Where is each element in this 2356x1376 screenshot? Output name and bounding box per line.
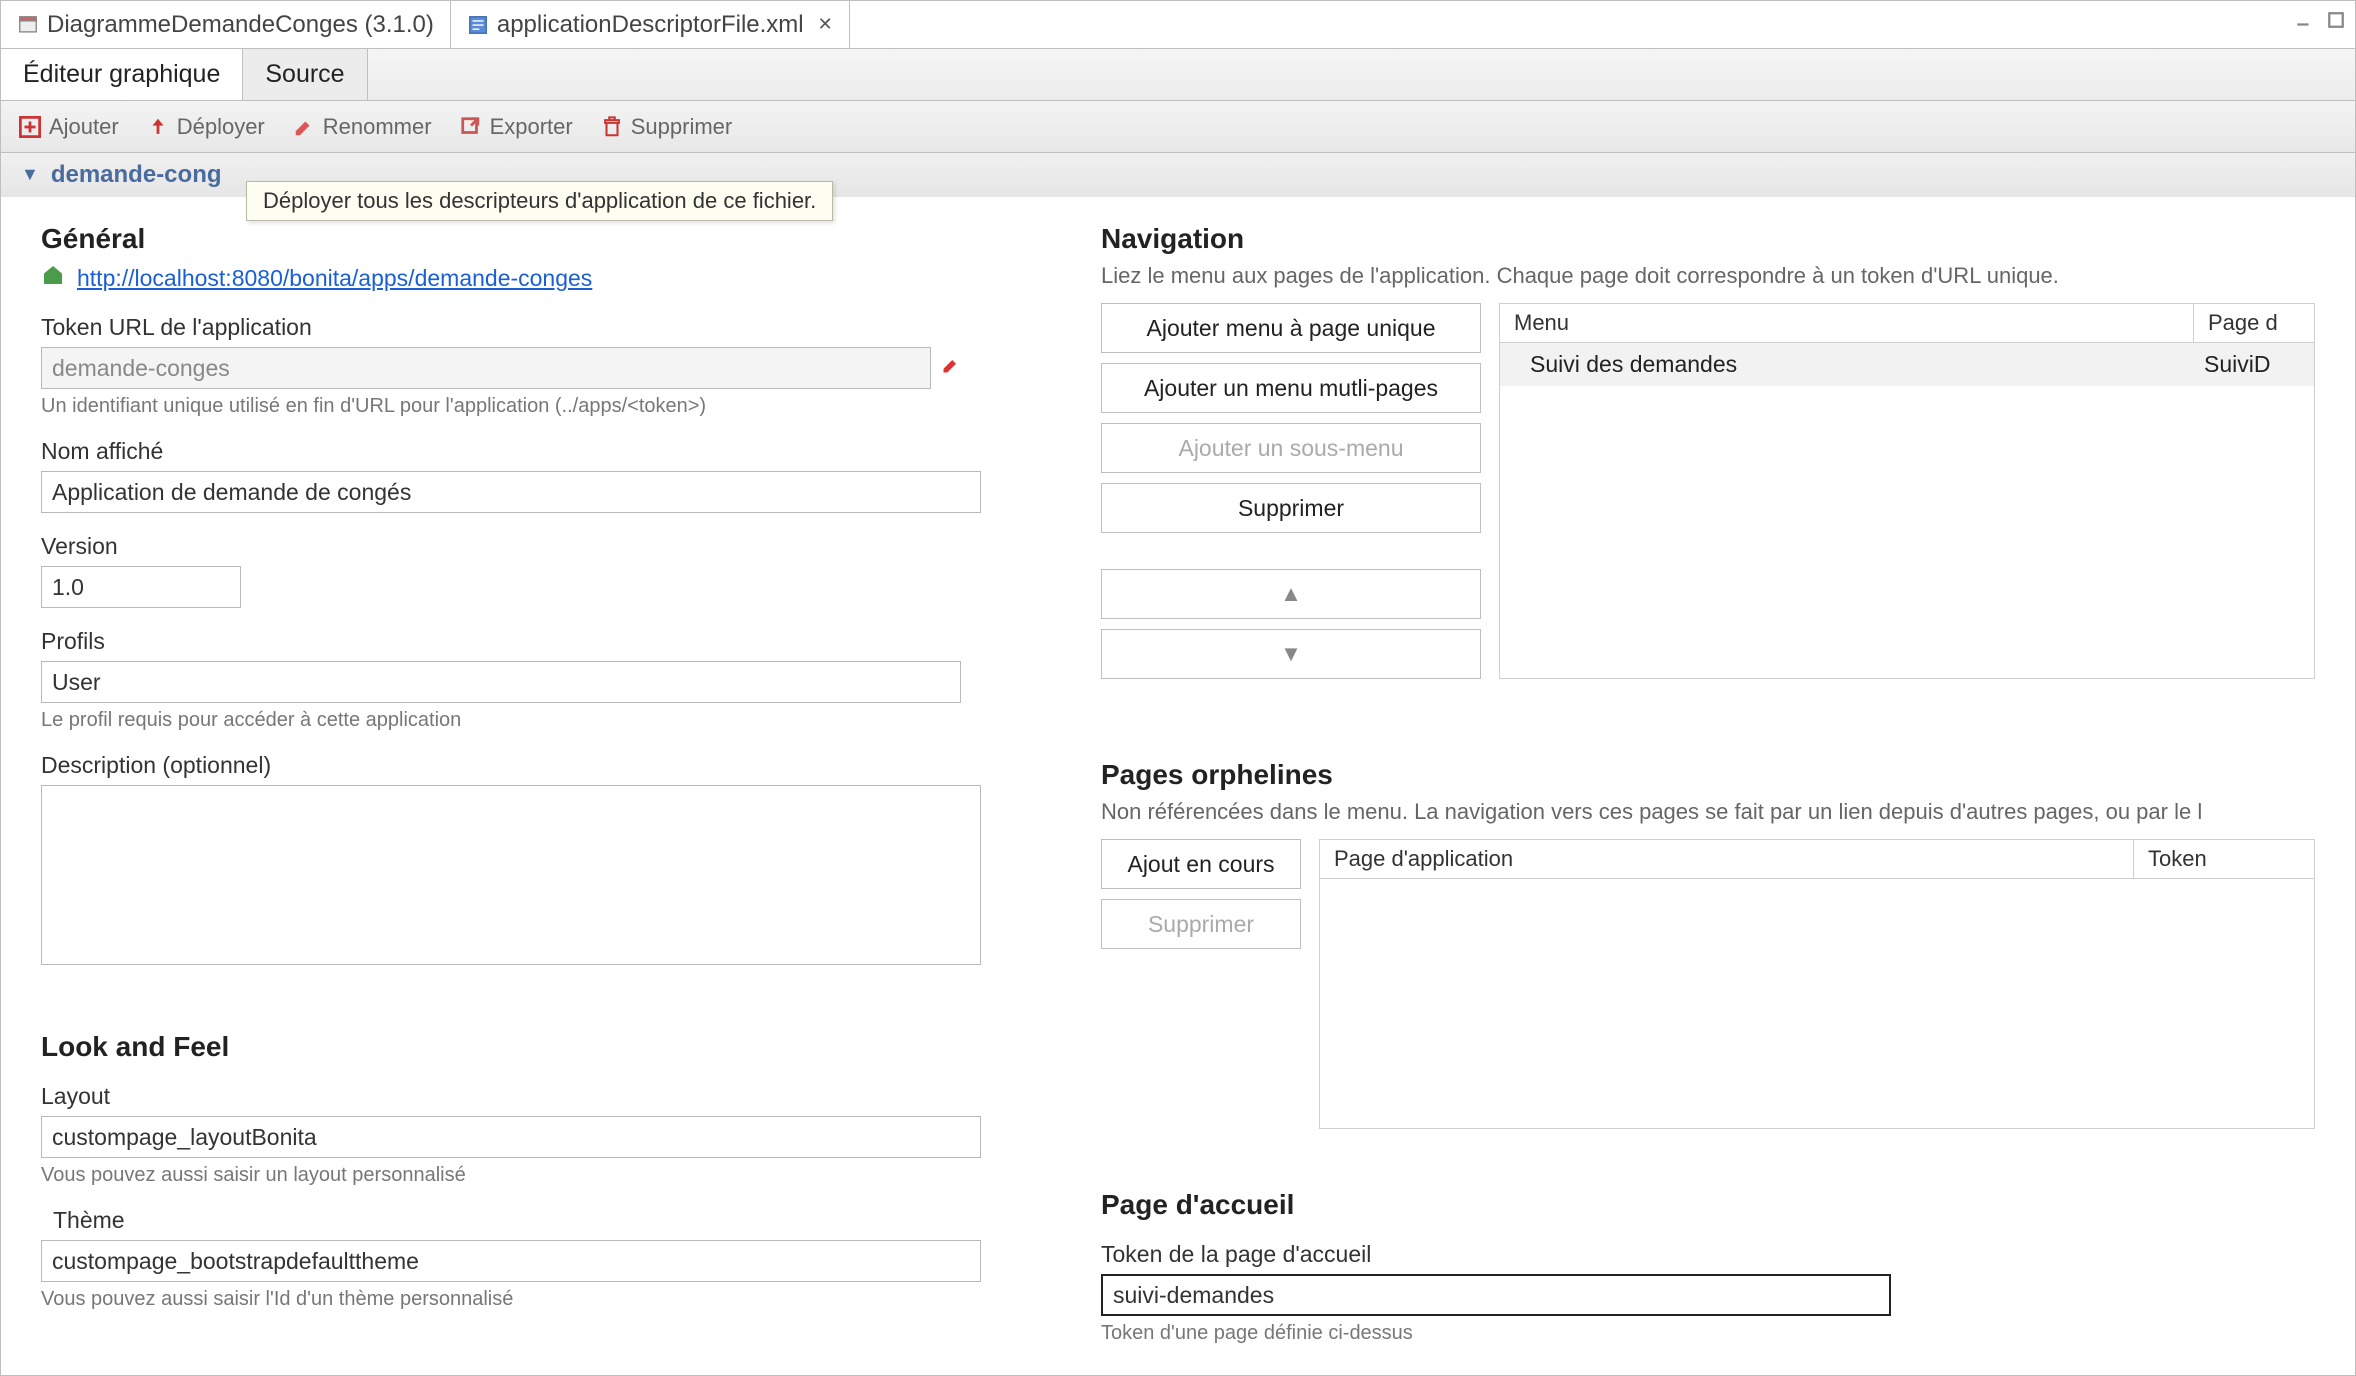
layout-hint: Vous pouvez aussi saisir un layout perso… xyxy=(41,1164,1021,1187)
tab-label: DiagrammeDemandeConges (3.1.0) xyxy=(47,11,434,39)
orphan-heading: Pages orphelines xyxy=(1101,759,2315,791)
trash-icon xyxy=(601,116,623,138)
token-col-header[interactable]: Token xyxy=(2134,840,2314,878)
general-heading: Général xyxy=(41,223,1021,255)
tab-label: applicationDescriptorFile.xml xyxy=(497,11,804,39)
menu-table: Menu Page d Suivi des demandes SuiviD xyxy=(1499,303,2315,679)
theme-label: Thème xyxy=(53,1207,1021,1234)
edit-icon[interactable] xyxy=(941,355,961,381)
menu-col-header[interactable]: Menu xyxy=(1500,304,2194,342)
token-hint: Un identifiant unique utilisé en fin d'U… xyxy=(41,395,1021,418)
subtab-source[interactable]: Source xyxy=(243,49,367,100)
section-title: demande-cong xyxy=(51,161,222,189)
theme-hint: Vous pouvez aussi saisir l'Id d'un thème… xyxy=(41,1288,1021,1311)
profiles-label: Profils xyxy=(41,628,1021,655)
description-textarea[interactable] xyxy=(41,785,981,965)
orphan-table: Page d'application Token xyxy=(1319,839,2315,1129)
lookfeel-heading: Look and Feel xyxy=(41,1031,1021,1063)
menu-cell: Suivi des demandes xyxy=(1500,343,2194,386)
navigation-heading: Navigation xyxy=(1101,223,2315,255)
editor-tab-bar: DiagrammeDemandeConges (3.1.0) applicati… xyxy=(1,1,2355,49)
add-orphan-button[interactable]: Ajout en cours xyxy=(1101,839,1301,889)
theme-input[interactable] xyxy=(41,1240,981,1282)
export-button[interactable]: Exporter xyxy=(460,114,573,140)
deploy-label: Déployer xyxy=(177,114,265,140)
page-cell: SuiviD xyxy=(2194,343,2314,386)
homepage-token-input[interactable] xyxy=(1101,1274,1891,1316)
minimize-icon[interactable] xyxy=(2295,9,2313,35)
export-icon xyxy=(460,116,482,138)
move-down-button[interactable]: ▼ xyxy=(1101,629,1481,679)
navigation-desc: Liez le menu aux pages de l'application.… xyxy=(1101,263,2315,289)
app-url-link[interactable]: http://localhost:8080/bonita/apps/demand… xyxy=(77,265,592,292)
tab-application-descriptor[interactable]: applicationDescriptorFile.xml ✕ xyxy=(451,1,850,48)
add-label: Ajouter xyxy=(49,114,119,140)
displayname-input[interactable] xyxy=(41,471,981,513)
profiles-hint: Le profil requis pour accéder à cette ap… xyxy=(41,709,1021,732)
close-icon[interactable]: ✕ xyxy=(818,14,833,35)
deploy-button[interactable]: Déployer xyxy=(147,114,265,140)
description-label: Description (optionnel) xyxy=(41,752,1021,779)
window-controls xyxy=(2295,9,2345,35)
page-col-header[interactable]: Page d xyxy=(2194,304,2314,342)
token-input[interactable] xyxy=(41,347,931,389)
export-label: Exporter xyxy=(490,114,573,140)
delete-button[interactable]: Supprimer xyxy=(601,114,732,140)
sub-tab-bar: Éditeur graphique Source xyxy=(1,49,2355,101)
rename-label: Renommer xyxy=(323,114,432,140)
home-icon xyxy=(41,263,65,294)
delete-label: Supprimer xyxy=(631,114,732,140)
app-col-header[interactable]: Page d'application xyxy=(1320,840,2134,878)
deploy-icon xyxy=(147,116,169,138)
token-label: Token URL de l'application xyxy=(41,314,1021,341)
delete-menu-button[interactable]: Supprimer xyxy=(1101,483,1481,533)
layout-label: Layout xyxy=(41,1083,1021,1110)
xml-file-icon xyxy=(467,14,489,36)
delete-orphan-button[interactable]: Supprimer xyxy=(1101,899,1301,949)
tab-diagram[interactable]: DiagrammeDemandeConges (3.1.0) xyxy=(1,1,451,48)
subtab-graphical-editor[interactable]: Éditeur graphique xyxy=(1,49,243,100)
move-up-button[interactable]: ▲ xyxy=(1101,569,1481,619)
add-submenu-button[interactable]: Ajouter un sous-menu xyxy=(1101,423,1481,473)
orphan-desc: Non référencées dans le menu. La navigat… xyxy=(1101,799,2315,825)
layout-input[interactable] xyxy=(41,1116,981,1158)
add-icon xyxy=(19,116,41,138)
homepage-token-hint: Token d'une page définie ci-dessus xyxy=(1101,1322,2315,1345)
deploy-tooltip: Déployer tous les descripteurs d'applica… xyxy=(246,181,833,221)
profiles-input[interactable] xyxy=(41,661,961,703)
add-single-menu-button[interactable]: Ajouter menu à page unique xyxy=(1101,303,1481,353)
version-input[interactable] xyxy=(41,566,241,608)
homepage-heading: Page d'accueil xyxy=(1101,1189,2315,1221)
table-row[interactable]: Suivi des demandes SuiviD xyxy=(1500,343,2314,386)
diagram-icon xyxy=(17,14,39,36)
add-multi-menu-button[interactable]: Ajouter un menu mutli-pages xyxy=(1101,363,1481,413)
add-button[interactable]: Ajouter xyxy=(19,114,119,140)
rename-button[interactable]: Renommer xyxy=(293,114,432,140)
version-label: Version xyxy=(41,533,1021,560)
rename-icon xyxy=(293,116,315,138)
expand-icon[interactable]: ▼ xyxy=(21,164,39,185)
maximize-icon[interactable] xyxy=(2327,9,2345,35)
displayname-label: Nom affiché xyxy=(41,438,1021,465)
homepage-token-label: Token de la page d'accueil xyxy=(1101,1241,2315,1268)
toolbar: Ajouter Déployer Renommer Exporter Suppr… xyxy=(1,101,2355,153)
